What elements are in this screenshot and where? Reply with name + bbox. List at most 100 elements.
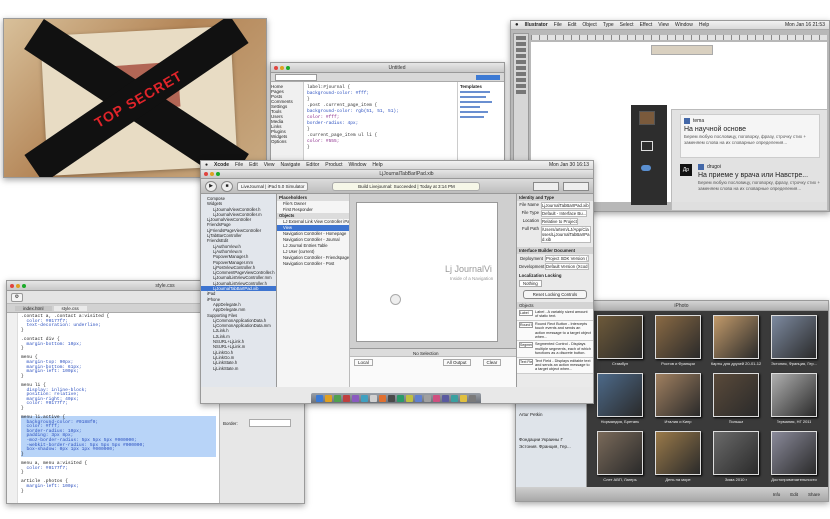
css-code-area[interactable]: .contact a, .contact a:visited { color: … [18, 313, 219, 503]
dock-app-icon[interactable] [352, 394, 359, 402]
debug-output-select[interactable]: All Output [442, 359, 471, 366]
border-select[interactable] [249, 419, 291, 427]
album-tile[interactable]: Ростов и Франции [650, 315, 706, 371]
dock-app-icon[interactable] [361, 394, 368, 402]
menu-item[interactable]: Effect [640, 22, 653, 28]
menu-item[interactable]: Edit [249, 162, 258, 168]
album-thumbnail [771, 431, 817, 475]
outline-item[interactable]: Navigation Controller - Post [277, 261, 349, 267]
dock-app-icon[interactable] [316, 394, 323, 402]
ib-canvas[interactable]: Lj JournalVi Inside of a Navigation No S… [350, 194, 516, 387]
editor-url-field[interactable] [275, 73, 317, 81]
menu-item[interactable]: Navigate [280, 162, 300, 168]
dock-app-icon[interactable] [460, 394, 467, 402]
editor-code-area[interactable]: label:#journal { background-color: #fff;… [304, 82, 457, 167]
dock-app-icon[interactable] [424, 394, 431, 402]
album-tile[interactable]: Карты для друзей 20-01-12 [708, 315, 764, 371]
album-tile[interactable]: День на море [650, 431, 706, 487]
notification-item[interactable]: tema На научной основе Берем любую посло… [680, 114, 820, 158]
library-item[interactable]: Label Label - A variably sized amount of … [517, 309, 593, 321]
notification-item[interactable]: drugoi На приеме у врача или Навстре... … [696, 162, 822, 206]
stop-button[interactable]: ■ [221, 180, 233, 192]
album-tile[interactable]: Слет АВП, Лагерь [592, 431, 648, 487]
reset-locking-button[interactable]: Reset Locking Controls [523, 290, 587, 299]
menu-item[interactable]: File [554, 22, 562, 28]
inspector-field-value[interactable]: Relative to Project [541, 218, 578, 225]
apple-icon[interactable]: ● [515, 22, 519, 28]
album-tile[interactable]: Зима 2010 г [708, 431, 764, 487]
sidebar-item[interactable]: Options [271, 139, 303, 144]
editor-publish-button[interactable] [476, 74, 500, 80]
toolbar-edit[interactable]: Edit [790, 492, 798, 497]
dock-app-icon[interactable] [415, 394, 422, 402]
inspector-field-value[interactable]: Default - Interface Bu... [541, 210, 588, 217]
menu-item[interactable]: Help [699, 22, 709, 28]
menu-item[interactable]: Window [675, 22, 693, 28]
dock-app-icon[interactable] [442, 394, 449, 402]
dock-app-icon[interactable] [433, 394, 440, 402]
inspector-field-value[interactable]: /Users/artem/LJ/App/Classes/LjJournalTab… [541, 226, 591, 243]
library-item[interactable]: Text FieldText Field - Displays editable… [517, 357, 593, 374]
menu-item[interactable]: Type [603, 22, 614, 28]
menu-item[interactable]: Help [372, 162, 382, 168]
dock-app-icon[interactable] [325, 394, 332, 402]
editor-mode-control[interactable] [533, 181, 559, 191]
dock-app-icon[interactable] [334, 394, 341, 402]
people-icon[interactable] [641, 165, 651, 171]
ib-field-select[interactable]: Project SDK Version ( [545, 255, 589, 262]
view-control[interactable] [563, 181, 589, 191]
inspector-field-label: File Type [521, 210, 539, 215]
inspector-field-value[interactable]: LjJournalTabBarIPad.xib [541, 202, 590, 209]
album-tile[interactable]: Нормандия, Бретань [592, 373, 648, 429]
menu-item[interactable]: View [264, 162, 275, 168]
menu-item[interactable]: Editor [306, 162, 319, 168]
toolbar-share[interactable]: Share [808, 492, 820, 497]
dock-app-icon[interactable] [397, 394, 404, 402]
nav-file-item[interactable]: LjLinkState.m [201, 366, 276, 371]
canvas-zoom-button[interactable] [390, 294, 401, 305]
album-tile[interactable]: Польша [708, 373, 764, 429]
debug-clear-button[interactable]: Clear [482, 359, 502, 366]
window-controls[interactable] [10, 283, 26, 288]
dock-app-icon[interactable] [388, 394, 395, 402]
window-controls[interactable] [204, 172, 220, 176]
tab-index[interactable]: index.html [15, 305, 52, 311]
compose-icon[interactable] [641, 141, 653, 151]
ib-field-select[interactable]: Default Version (Xcod [545, 263, 589, 270]
menu-item[interactable]: Product [325, 162, 342, 168]
library-item[interactable]: Segmented ControlSegmented Control - Dis… [517, 341, 593, 358]
dock-app-icon[interactable] [469, 394, 476, 402]
album-tile[interactable]: Италия и Кипр [650, 373, 706, 429]
album-tile[interactable]: Германия, НГ 2011 [766, 373, 822, 429]
dock-app-icon[interactable] [406, 394, 413, 402]
toolbar-info[interactable]: Info [773, 492, 781, 497]
menu-item[interactable]: Select [620, 22, 634, 28]
album-tile[interactable]: Достопримечательности [766, 431, 822, 487]
run-button[interactable]: ▶ [205, 180, 217, 192]
debug-local[interactable]: Local [354, 359, 373, 366]
menu-item[interactable]: View [658, 22, 669, 28]
menu-app[interactable]: Xcode [214, 162, 229, 168]
menu-app[interactable]: Illustrator [525, 22, 548, 28]
apple-icon[interactable]: ● [205, 162, 208, 168]
sidebar-item[interactable]: Фондации Украины Г [516, 436, 586, 443]
dock-app-icon[interactable] [343, 394, 350, 402]
scheme-selector[interactable]: LiveJournal | iPad 5.0 Simulator [237, 181, 309, 191]
album-tile[interactable]: Эстония, Франция, Гер... [766, 315, 822, 371]
window-controls[interactable] [274, 65, 290, 70]
sidebar-item[interactable]: Artur Petkin [516, 411, 586, 418]
dock-app-icon[interactable] [370, 394, 377, 402]
menu-item[interactable]: File [235, 162, 243, 168]
gear-icon[interactable]: ⚙ [11, 292, 23, 302]
album-tile[interactable]: Стамбул [592, 315, 648, 371]
menu-item[interactable]: Edit [568, 22, 577, 28]
menu-item[interactable]: Object [582, 22, 596, 28]
menu-item[interactable]: Window [349, 162, 367, 168]
lock-select[interactable]: Nothing [519, 280, 542, 287]
library-item[interactable]: Round Rect ButtonRound Rect Button - Int… [517, 320, 593, 342]
sidebar-item[interactable]: Эстония. Франция, Гер... [516, 443, 586, 450]
dock-app-icon[interactable] [379, 394, 386, 402]
dock-app-icon[interactable] [451, 394, 458, 402]
nav-file-item[interactable]: LjJournalListViewController.mm [201, 275, 276, 280]
tab-style[interactable]: style.css [53, 305, 87, 311]
